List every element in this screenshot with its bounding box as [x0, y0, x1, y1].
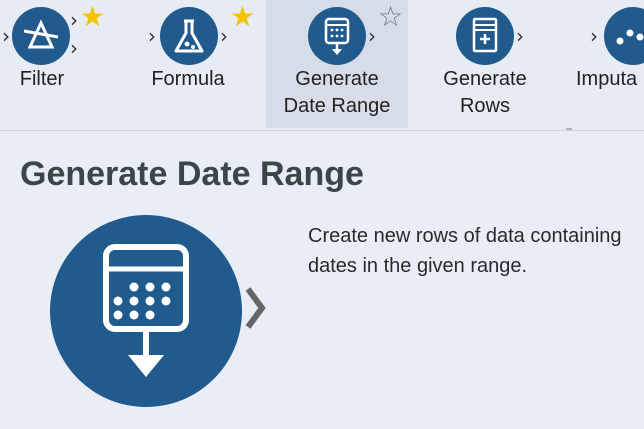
- generate-rows-icon: [456, 7, 514, 65]
- formula-flask-icon: [160, 7, 218, 65]
- input-chevron-icon: ›: [590, 24, 598, 48]
- input-chevron-icon: ›: [148, 24, 156, 48]
- detail-description: Create new rows of data containing dates…: [308, 225, 622, 277]
- tool-generate-rows[interactable]: › Generate Rows: [414, 0, 556, 128]
- filter-icon: [12, 7, 70, 65]
- tool-detail-panel: Generate Date Range Create new rows of d…: [0, 130, 644, 429]
- tool-generate-date-range[interactable]: › ☆ Generate Date Range: [266, 0, 408, 128]
- input-chevron-icon: ›: [2, 24, 10, 48]
- tool-label: Formula: [151, 68, 225, 90]
- output-chevron-icon: ›: [70, 36, 78, 60]
- tool-label: Generate Date Range: [283, 68, 391, 117]
- tool-palette: › › › ★ Filter › › ★ Formula › ☆ Generat…: [0, 0, 644, 132]
- tool-label: Generate Rows: [443, 68, 527, 117]
- output-chevron-icon: ›: [70, 8, 78, 32]
- tool-filter[interactable]: › › › ★ Filter: [0, 0, 118, 128]
- tool-imputation[interactable]: › Imputa: [570, 0, 644, 128]
- favorite-star-icon[interactable]: ★: [80, 2, 105, 32]
- output-chevron-icon: ›: [368, 24, 376, 48]
- output-chevron-icon: [245, 287, 266, 329]
- tool-formula[interactable]: › › ★ Formula: [140, 0, 264, 128]
- tool-label: Imputa: [576, 68, 638, 90]
- imputation-icon: [604, 7, 644, 65]
- favorite-star-icon[interactable]: ★: [230, 2, 255, 32]
- favorite-star-icon[interactable]: ☆: [378, 2, 403, 32]
- output-chevron-icon: ›: [220, 24, 228, 48]
- detail-title: Generate Date Range: [20, 155, 364, 193]
- output-chevron-icon: ›: [516, 24, 524, 48]
- calendar-download-icon: [308, 7, 366, 65]
- tool-label: Filter: [19, 68, 65, 90]
- calendar-download-icon: [50, 215, 242, 407]
